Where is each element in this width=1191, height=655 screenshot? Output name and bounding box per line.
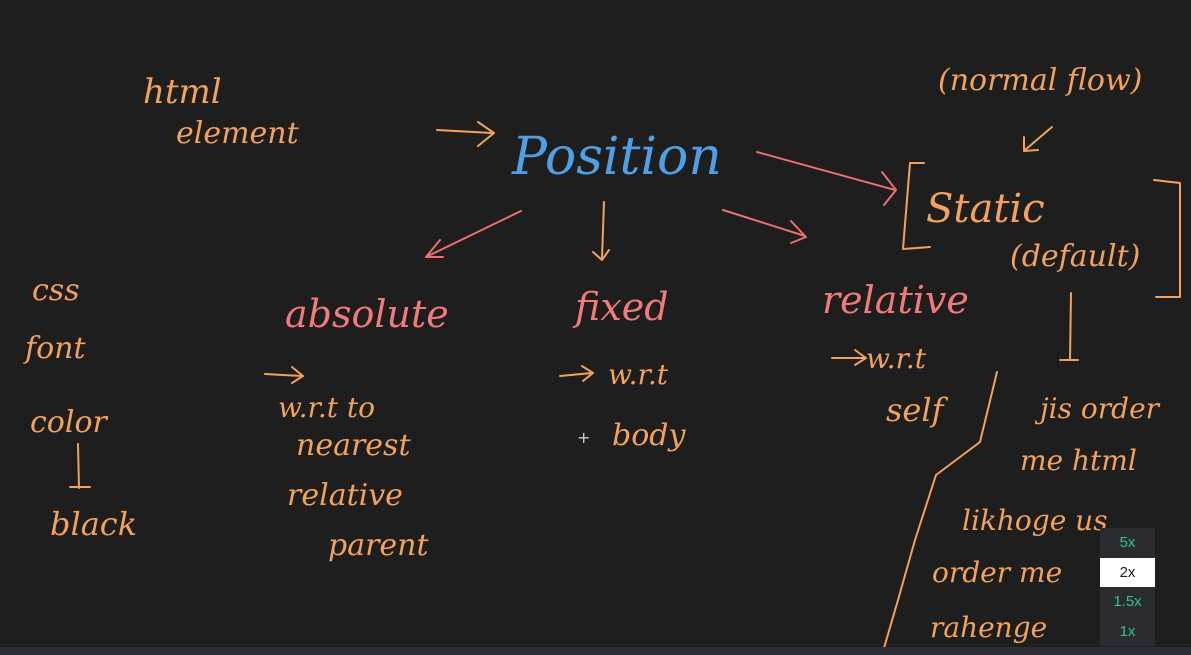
- note-likhoge: likhoge us: [962, 504, 1108, 537]
- element-label: element: [176, 116, 300, 151]
- relative-arrow: [831, 349, 867, 366]
- speed-option-1-5x[interactable]: 1.5x: [1100, 587, 1155, 617]
- static-label: Static: [926, 186, 1045, 232]
- relative-wrt: w.r.t: [866, 342, 927, 375]
- note-me-html: me html: [1020, 444, 1137, 477]
- static-down-arrow: [1059, 292, 1079, 361]
- speed-option-5x[interactable]: 5x: [1100, 528, 1155, 558]
- default-label: (default): [1010, 239, 1140, 274]
- relative-label: relative: [822, 278, 969, 322]
- relative-self: self: [886, 391, 949, 429]
- speed-option-2x[interactable]: 2x: [1100, 557, 1155, 587]
- playback-speed-menu: 5x 2x 1.5x 1x: [1100, 528, 1155, 646]
- css-label: css: [32, 273, 80, 308]
- fixed-wrt: w.r.t: [608, 358, 669, 391]
- player-control-bar: [0, 647, 1191, 655]
- absolute-label: absolute: [285, 292, 449, 336]
- arrow-to-absolute: [425, 210, 522, 258]
- color-label: color: [30, 405, 109, 440]
- arrow-to-static: [756, 151, 897, 206]
- absolute-parent: parent: [328, 528, 430, 563]
- arrow-to-fixed: [592, 201, 610, 261]
- position-title: Position: [511, 127, 722, 187]
- arrow-normal-flow: [1023, 126, 1053, 152]
- font-label: font: [23, 331, 86, 366]
- fixed-body: body: [612, 418, 686, 453]
- absolute-arrow: [264, 366, 304, 384]
- html-label: html: [143, 72, 222, 112]
- fixed-arrow: [559, 365, 594, 382]
- arrow-to-relative: [722, 209, 807, 244]
- absolute-relative: relative: [287, 478, 403, 513]
- whiteboard-canvas: html element Position (normal flow) Stat…: [23, 63, 1181, 649]
- absolute-wrt: w.r.t to: [278, 391, 375, 424]
- speed-option-1x[interactable]: 1x: [1100, 617, 1155, 647]
- crosshair-cursor-icon: +: [577, 428, 591, 447]
- black-label: black: [50, 505, 137, 543]
- color-down-arrow: [69, 443, 91, 489]
- note-jis-order: jis order: [1034, 392, 1161, 425]
- normal-flow-label: (normal flow): [938, 63, 1142, 98]
- note-rahenge: rahenge: [930, 611, 1047, 644]
- note-order-me: order me: [932, 556, 1062, 589]
- fixed-label: fixed: [572, 285, 669, 329]
- static-bracket-right: [1153, 179, 1181, 298]
- arrow-to-position: [436, 121, 495, 147]
- absolute-nearest: nearest: [296, 428, 411, 463]
